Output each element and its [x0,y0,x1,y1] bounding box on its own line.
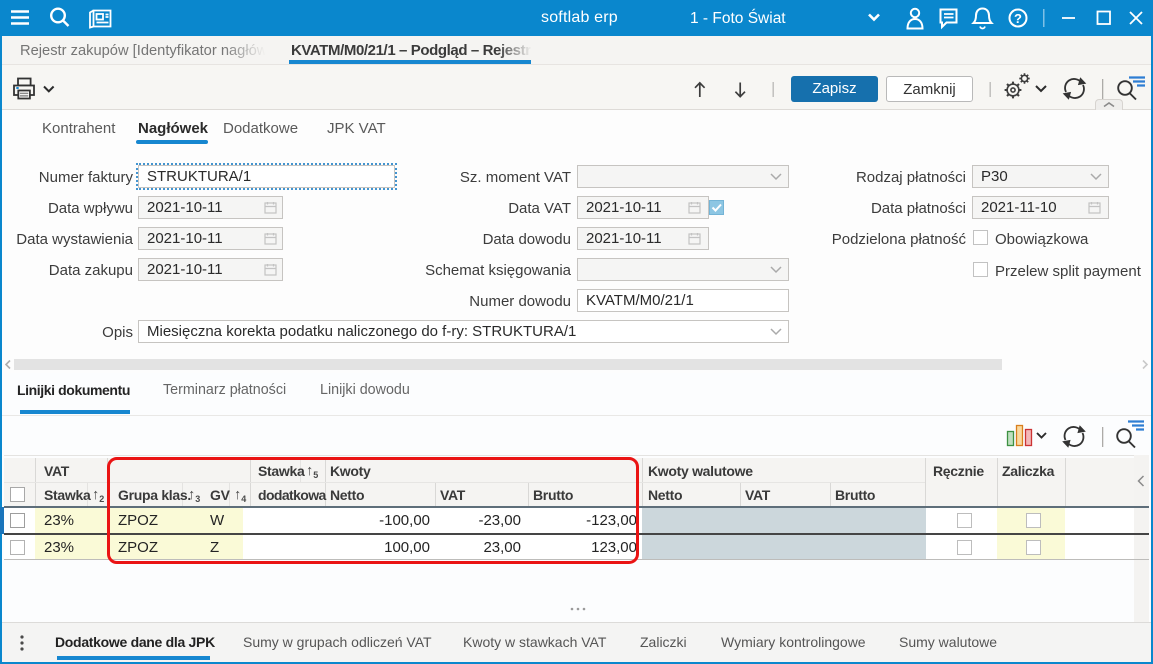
svg-text:?: ? [1014,11,1022,26]
